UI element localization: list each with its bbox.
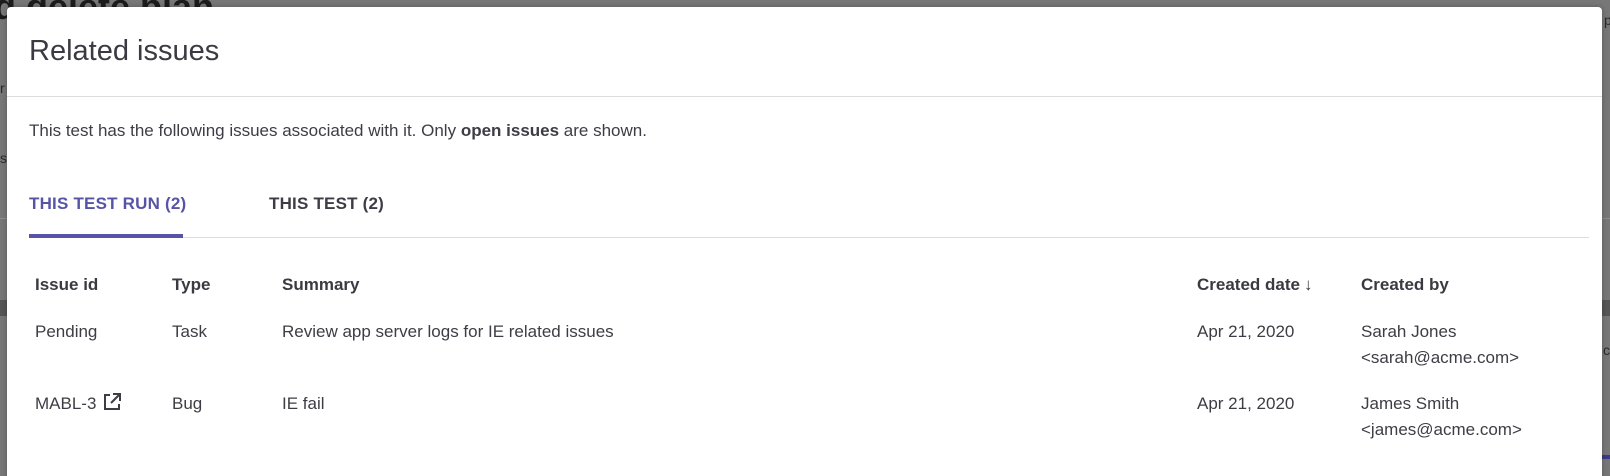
header-created-date[interactable]: Created date ↓ [1191,253,1355,313]
header-created-by[interactable]: Created by [1355,253,1589,313]
intro-text-bold: open issues [460,121,560,140]
header-created-date-label: Created date [1197,275,1300,294]
table-row: MABL-3 Bug IE fail Apr 21, 2020 James Sm… [29,385,1589,457]
header-summary[interactable]: Summary [276,253,1191,313]
tab-this-test[interactable]: THIS TEST (2) [269,194,384,238]
issue-id-link[interactable]: MABL-3 [35,394,96,413]
cell-summary: Review app server logs for IE related is… [282,322,614,341]
intro-text-after: are shown. [559,121,647,140]
issues-table: Issue id Type Summary Created date ↓ Crea… [29,253,1589,457]
created-by-name: James Smith [1361,394,1460,413]
background-accent [1602,455,1610,459]
intro-text: This test has the following issues assoc… [29,121,647,141]
cell-type: Bug [172,394,203,413]
modal-header: Related issues [7,7,1602,97]
background-text-fragment: c [1603,342,1610,358]
cell-created-date: Apr 21, 2020 [1197,322,1295,341]
cell-created-by: James Smith <james@acme.com> [1355,385,1589,457]
external-link-icon[interactable] [102,392,122,420]
related-issues-modal: Related issues This test has the followi… [7,7,1602,476]
cell-created-date: Apr 21, 2020 [1197,394,1295,413]
arrow-down-icon: ↓ [1303,275,1313,294]
cell-created-by: Sarah Jones <sarah@acme.com> [1355,313,1589,385]
created-by-email: <sarah@acme.com> [1361,348,1520,367]
background-bar [1602,300,1610,316]
modal-title: Related issues [29,35,220,67]
cell-type: Task [172,322,207,341]
background-text-fragment: r [0,80,5,96]
issue-tabs: THIS TEST RUN (2) THIS TEST (2) [29,177,1589,238]
header-issue-id[interactable]: Issue id [29,253,166,313]
header-type[interactable]: Type [166,253,276,313]
created-by-name: Sarah Jones [1361,322,1457,341]
table-header-row: Issue id Type Summary Created date ↓ Crea… [29,253,1589,313]
background-divider [1602,218,1610,219]
intro-text-before: This test has the following issues assoc… [29,121,461,140]
background-text-fragment: p [1604,12,1610,28]
cell-summary: IE fail [282,394,325,413]
cell-issue-id: Pending [35,322,98,341]
cell-issue-id: MABL-3 [29,385,166,457]
tab-this-test-run[interactable]: THIS TEST RUN (2) [29,194,186,238]
table-row: Pending Task Review app server logs for … [29,313,1589,385]
background-text-fragment: s [0,150,7,166]
created-by-email: <james@acme.com> [1361,420,1522,439]
